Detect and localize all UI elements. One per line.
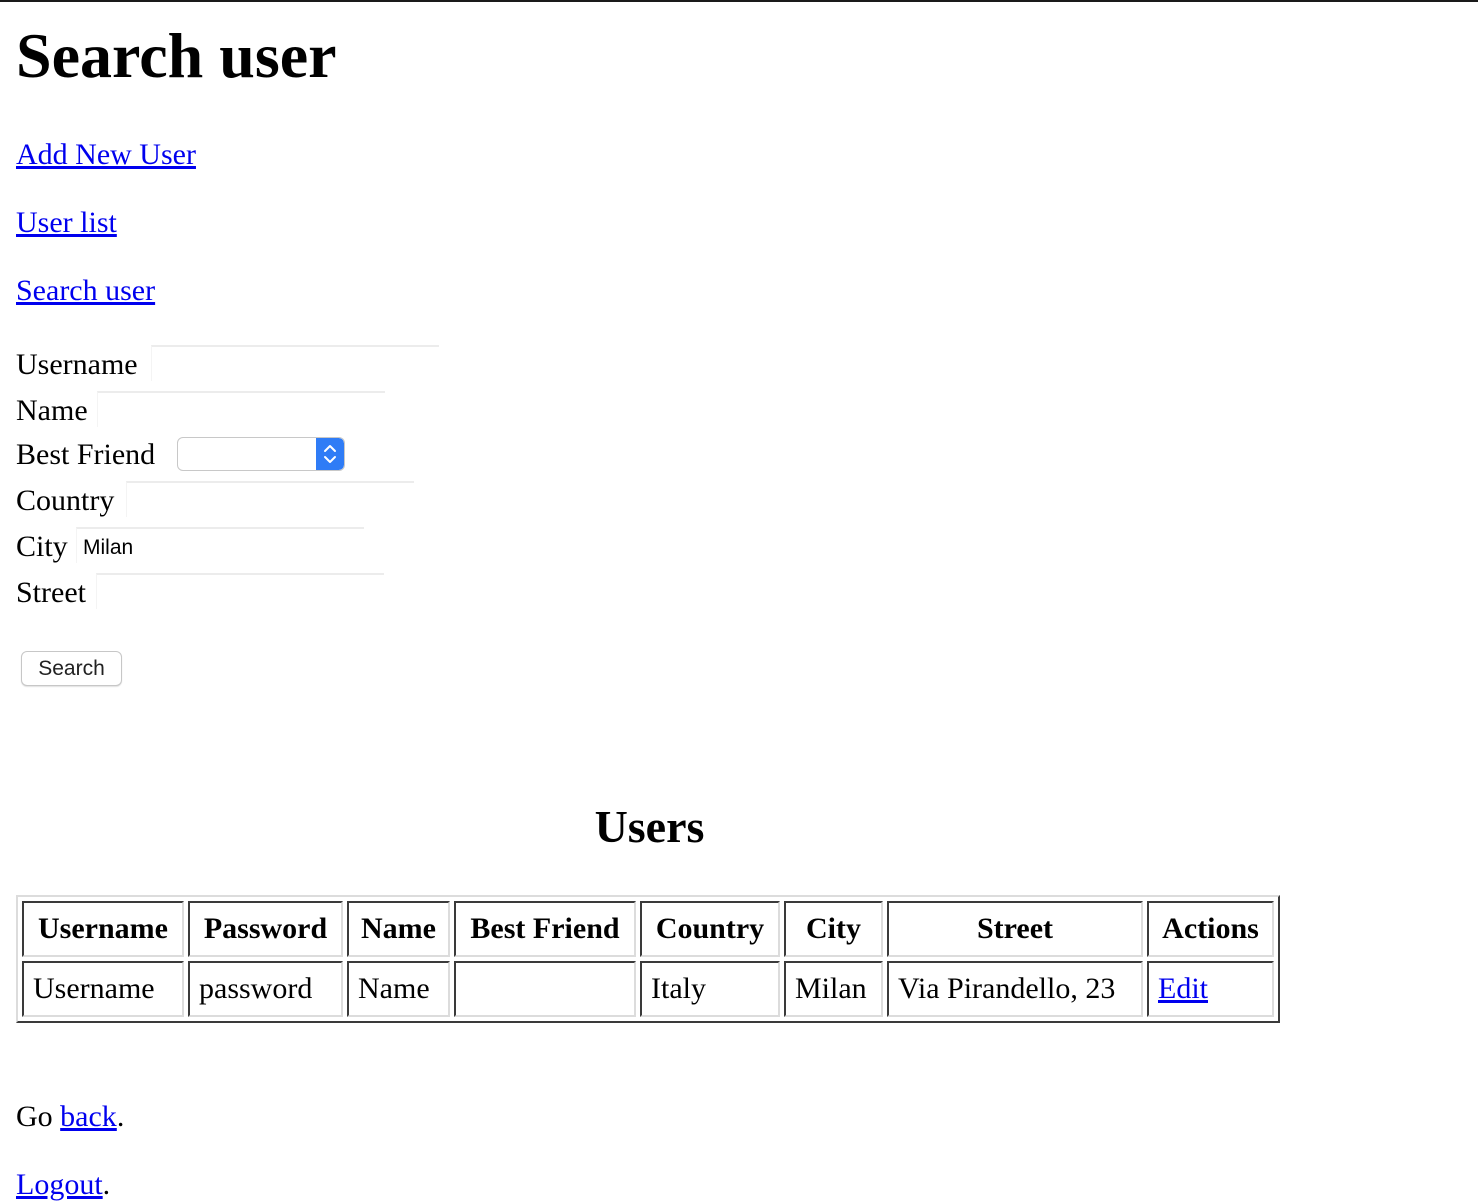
- cell-password: password: [188, 961, 343, 1017]
- city-label: City: [16, 530, 68, 564]
- best-friend-label: Best Friend: [16, 438, 156, 472]
- column-header-city: City: [784, 901, 883, 957]
- city-field[interactable]: [76, 527, 364, 563]
- table-row: Username password Name Italy Milan Via P…: [22, 961, 1274, 1017]
- country-row: Country: [16, 481, 114, 519]
- logout-link[interactable]: Logout: [16, 1168, 103, 1201]
- go-back-line: Go back.: [16, 1099, 124, 1135]
- username-field[interactable]: [151, 345, 439, 381]
- name-field[interactable]: [97, 391, 385, 427]
- name-label: Name: [16, 394, 88, 428]
- column-header-actions: Actions: [1147, 901, 1274, 957]
- best-friend-select[interactable]: [177, 437, 345, 471]
- back-link[interactable]: back: [60, 1100, 117, 1133]
- cell-city: Milan: [784, 961, 883, 1017]
- country-label: Country: [16, 484, 115, 518]
- edit-user-link[interactable]: Edit: [1158, 972, 1208, 1005]
- search-button[interactable]: Search: [21, 651, 122, 686]
- name-row: Name: [16, 391, 88, 429]
- column-header-country: Country: [640, 901, 780, 957]
- up-down-arrows-icon: [324, 445, 336, 463]
- cell-street: Via Pirandello, 23: [887, 961, 1143, 1017]
- search-user-link[interactable]: Search user: [16, 273, 155, 309]
- street-field[interactable]: [96, 573, 384, 609]
- country-field[interactable]: [126, 481, 414, 517]
- best-friend-row: Best Friend: [16, 435, 155, 473]
- cell-country: Italy: [640, 961, 780, 1017]
- logout-line: Logout.: [16, 1167, 110, 1203]
- city-row: City: [16, 527, 68, 565]
- street-row: Street: [16, 573, 86, 611]
- username-row: Username: [16, 345, 138, 383]
- column-header-street: Street: [887, 901, 1143, 957]
- go-back-prefix: Go: [16, 1100, 61, 1133]
- cell-name: Name: [347, 961, 450, 1017]
- logout-suffix: .: [102, 1168, 111, 1201]
- table-header-row: Username Password Name Best Friend Count…: [22, 901, 1274, 957]
- username-label: Username: [16, 348, 138, 382]
- column-header-best-friend: Best Friend: [454, 901, 636, 957]
- cell-actions: Edit: [1147, 961, 1274, 1017]
- add-new-user-link[interactable]: Add New User: [16, 137, 196, 173]
- column-header-password: Password: [188, 901, 343, 957]
- user-list-link[interactable]: User list: [16, 205, 117, 241]
- go-back-suffix: .: [116, 1100, 125, 1133]
- page-title: Search user: [16, 20, 337, 91]
- users-heading: Users: [594, 801, 705, 852]
- users-table: Username Password Name Best Friend Count…: [16, 895, 1280, 1023]
- column-header-username: Username: [22, 901, 184, 957]
- column-header-name: Name: [347, 901, 450, 957]
- street-label: Street: [16, 576, 86, 610]
- cell-best-friend: [454, 961, 636, 1017]
- select-chevron-icon: [316, 438, 344, 470]
- cell-username: Username: [22, 961, 184, 1017]
